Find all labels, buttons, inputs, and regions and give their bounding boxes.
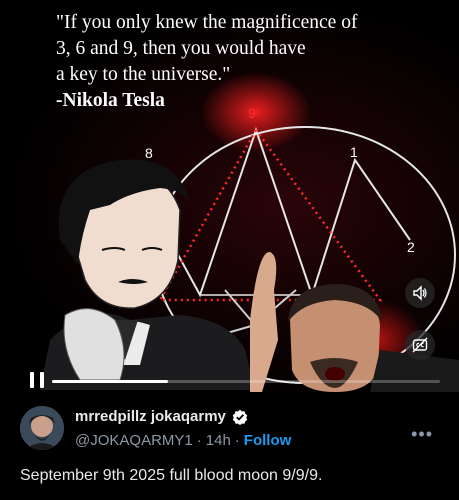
video-progress-fill — [52, 380, 169, 383]
post-card[interactable]: mrredpillz jokaqarmy @JOKAQARMY1 · 14h ·… — [0, 392, 459, 500]
volume-button[interactable] — [405, 278, 435, 308]
author-name-row: mrredpillz jokaqarmy — [75, 408, 248, 425]
quote-attribution: -Nikola Tesla — [56, 90, 165, 111]
post-text: September 9th 2025 full blood moon 9/9/9… — [20, 467, 323, 484]
captions-icon — [412, 337, 428, 353]
tesla-illustration — [40, 159, 255, 390]
quote-line: a key to the universe." — [56, 64, 231, 85]
meta-separator: · — [196, 432, 202, 449]
verified-badge-icon — [232, 409, 248, 425]
quote-line: 3, 6 and 9, then you would have — [56, 38, 306, 59]
captions-button[interactable] — [405, 330, 435, 360]
pause-icon — [40, 372, 44, 388]
author-handle[interactable]: @JOKAQARMY1 — [75, 432, 193, 449]
follow-button[interactable]: Follow — [244, 432, 292, 449]
meta-separator: · — [234, 432, 240, 449]
avatar-image — [20, 406, 64, 450]
more-button[interactable]: ••• — [411, 424, 433, 445]
speaker-icon — [413, 285, 427, 301]
author-meta-row: @JOKAQARMY1 · 14h · Follow — [75, 432, 291, 449]
quote-block: "If you only knew the magnificence of 3,… — [56, 10, 446, 114]
pause-icon — [30, 372, 34, 388]
post-time[interactable]: 14h — [206, 432, 231, 449]
display-name[interactable]: mrredpillz jokaqarmy — [75, 408, 226, 425]
avatar[interactable] — [20, 406, 64, 450]
pause-button[interactable] — [30, 372, 44, 388]
more-icon: ••• — [411, 424, 433, 444]
diagram-number-1: 1 — [350, 144, 358, 160]
video-player[interactable]: 9 8 1 2 3 "If you only knew the magnific… — [0, 0, 459, 392]
presenter-illustration — [250, 251, 459, 392]
quote-line: "If you only knew the magnificence of — [56, 12, 358, 33]
video-progress-bar[interactable] — [52, 380, 440, 383]
